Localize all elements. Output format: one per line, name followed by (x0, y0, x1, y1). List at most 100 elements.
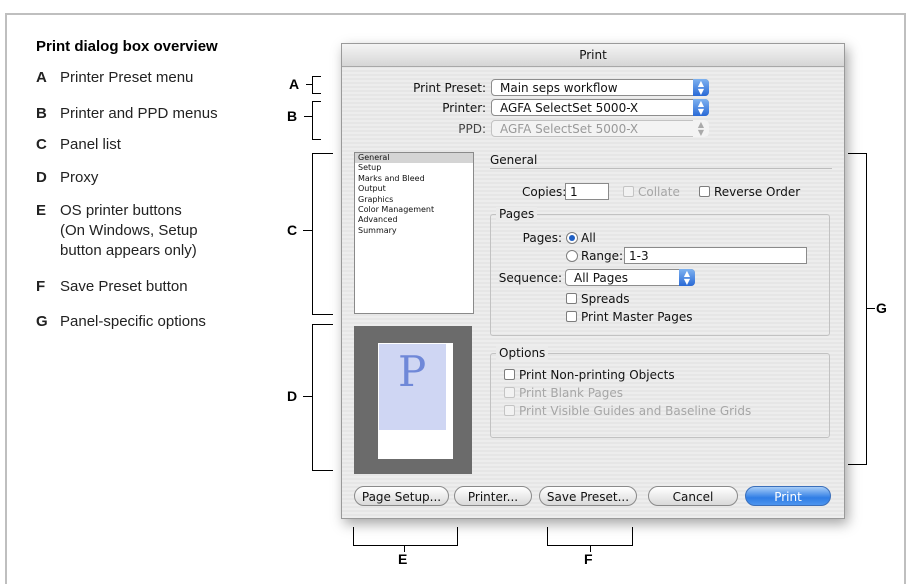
popup-arrows-icon: ▲ ▼ (679, 269, 695, 286)
legend-item-b: B Printer and PPD menus (36, 104, 218, 124)
bracket-g (848, 153, 867, 465)
sequence-value: All Pages (574, 271, 628, 285)
legend-text: Panel list (60, 136, 121, 153)
panel-list: General Setup Marks and Bleed Output Gra… (354, 152, 474, 314)
section-title: General (490, 153, 538, 167)
legend-title: Print dialog box overview (36, 38, 218, 55)
callout-e: E (398, 551, 408, 567)
page-setup-button[interactable]: Page Setup... (354, 486, 449, 506)
legend-key: C (36, 136, 47, 153)
panel-item-general[interactable]: General (355, 153, 473, 164)
panel-item-advanced[interactable]: Advanced (355, 215, 473, 225)
legend-key: A (36, 69, 47, 86)
panel-item-setup[interactable]: Setup (355, 163, 473, 173)
print-dialog: Print Print Preset: Main seps workflow ▲… (341, 43, 845, 519)
copies-label: Copies: (522, 185, 567, 199)
pages-range-radio[interactable] (566, 250, 578, 262)
print-preset-value: Main seps workflow (500, 81, 618, 95)
popup-arrows-icon: ▲ ▼ (693, 79, 709, 96)
reverse-order-label: Reverse Order (714, 185, 801, 199)
printer-button[interactable]: Printer... (454, 486, 532, 506)
pages-range-field[interactable]: 1-3 (624, 247, 807, 264)
legend-key: F (36, 278, 46, 295)
pages-label: Pages: (522, 231, 562, 245)
legend-item-d: D Proxy (36, 168, 98, 188)
print-guides-checkbox[interactable] (504, 405, 515, 416)
legend-text: OS printer buttons (60, 202, 182, 219)
bracket-d (312, 324, 333, 471)
bracket-c (312, 153, 333, 315)
pages-group-title: Pages (496, 207, 538, 221)
bracket-e (353, 527, 458, 546)
popup-arrows-icon: ▲ ▼ (693, 120, 709, 137)
ppd-popup[interactable]: AGFA SelectSet 5000-X ▲ ▼ (491, 120, 709, 137)
bracket-b-stem (304, 116, 312, 117)
collate-label: Collate (638, 185, 680, 199)
callout-d: D (287, 388, 298, 404)
options-group-title: Options (496, 346, 549, 360)
legend-item-c: C Panel list (36, 135, 121, 155)
panel-item-output[interactable]: Output (355, 184, 473, 194)
bracket-c-stem (303, 230, 312, 231)
print-proxy[interactable]: P (354, 326, 472, 474)
legend-text: Printer and PPD menus (60, 105, 218, 122)
bracket-f (547, 527, 633, 546)
callout-g: G (876, 300, 887, 316)
reverse-order-checkbox[interactable] (699, 186, 710, 197)
ppd-label: PPD: (458, 122, 486, 136)
save-preset-button[interactable]: Save Preset... (539, 486, 637, 506)
print-button[interactable]: Print (745, 486, 831, 506)
legend-item-g: G Panel-specific options (36, 312, 206, 332)
print-preset-label: Print Preset: (413, 81, 486, 95)
cancel-button[interactable]: Cancel (648, 486, 738, 506)
print-guides-label: Print Visible Guides and Baseline Grids (519, 404, 752, 418)
pages-range-label: Range: (581, 249, 624, 263)
sequence-popup[interactable]: All Pages ▲ ▼ (565, 269, 695, 286)
panel-item-graphics[interactable]: Graphics (355, 195, 473, 205)
legend-key: G (36, 313, 48, 330)
spreads-label: Spreads (581, 292, 630, 306)
legend-item-f: F Save Preset button (36, 277, 188, 297)
panel-item-marks-and-bleed[interactable]: Marks and Bleed (355, 174, 473, 184)
legend-text: Printer Preset menu (60, 69, 194, 86)
bracket-d-stem (303, 396, 312, 397)
printer-value: AGFA SelectSet 5000-X (500, 101, 639, 115)
legend-key: E (36, 202, 47, 219)
pages-all-radio[interactable] (566, 232, 578, 244)
collate-checkbox[interactable] (623, 186, 634, 197)
dialog-title: Print (342, 44, 844, 67)
legend-key: B (36, 105, 47, 122)
spreads-checkbox[interactable] (566, 293, 577, 304)
legend-text: Panel-specific options (60, 313, 206, 330)
sequence-label: Sequence: (498, 271, 562, 285)
print-nonprinting-checkbox[interactable] (504, 369, 515, 380)
legend-key: D (36, 169, 47, 186)
legend-text-block: OS printer buttons (On Windows, Setup butt… (60, 201, 198, 261)
printer-label: Printer: (442, 101, 486, 115)
bracket-a (312, 76, 321, 94)
print-nonprinting-label: Print Non-printing Objects (519, 368, 675, 382)
callout-f: F (584, 551, 593, 567)
print-preset-popup[interactable]: Main seps workflow ▲ ▼ (491, 79, 709, 96)
legend-text: button appears only) (60, 242, 197, 259)
print-blank-pages-checkbox[interactable] (504, 387, 515, 398)
legend-text: Save Preset button (60, 278, 188, 295)
legend-item-a: A Printer Preset menu (36, 68, 193, 88)
panel-item-summary[interactable]: Summary (355, 226, 473, 236)
legend-text: Proxy (60, 169, 99, 186)
print-master-pages-checkbox[interactable] (566, 311, 577, 322)
panel-item-color-management[interactable]: Color Management (355, 205, 473, 215)
callout-c: C (287, 222, 298, 238)
callout-a: A (289, 76, 300, 92)
bracket-b (312, 101, 321, 140)
bracket-g-stem (867, 308, 875, 309)
print-blank-pages-label: Print Blank Pages (519, 386, 624, 400)
legend-item-e: E OS printer buttons (On Windows, Setup but… (36, 201, 198, 261)
copies-field[interactable]: 1 (565, 183, 609, 200)
pages-all-label: All (581, 231, 596, 245)
callout-b: B (287, 108, 298, 124)
proxy-page-letter: P (398, 347, 427, 396)
legend-text: (On Windows, Setup (60, 222, 198, 239)
printer-popup[interactable]: AGFA SelectSet 5000-X ▲ ▼ (491, 99, 709, 116)
popup-arrows-icon: ▲ ▼ (693, 99, 709, 116)
